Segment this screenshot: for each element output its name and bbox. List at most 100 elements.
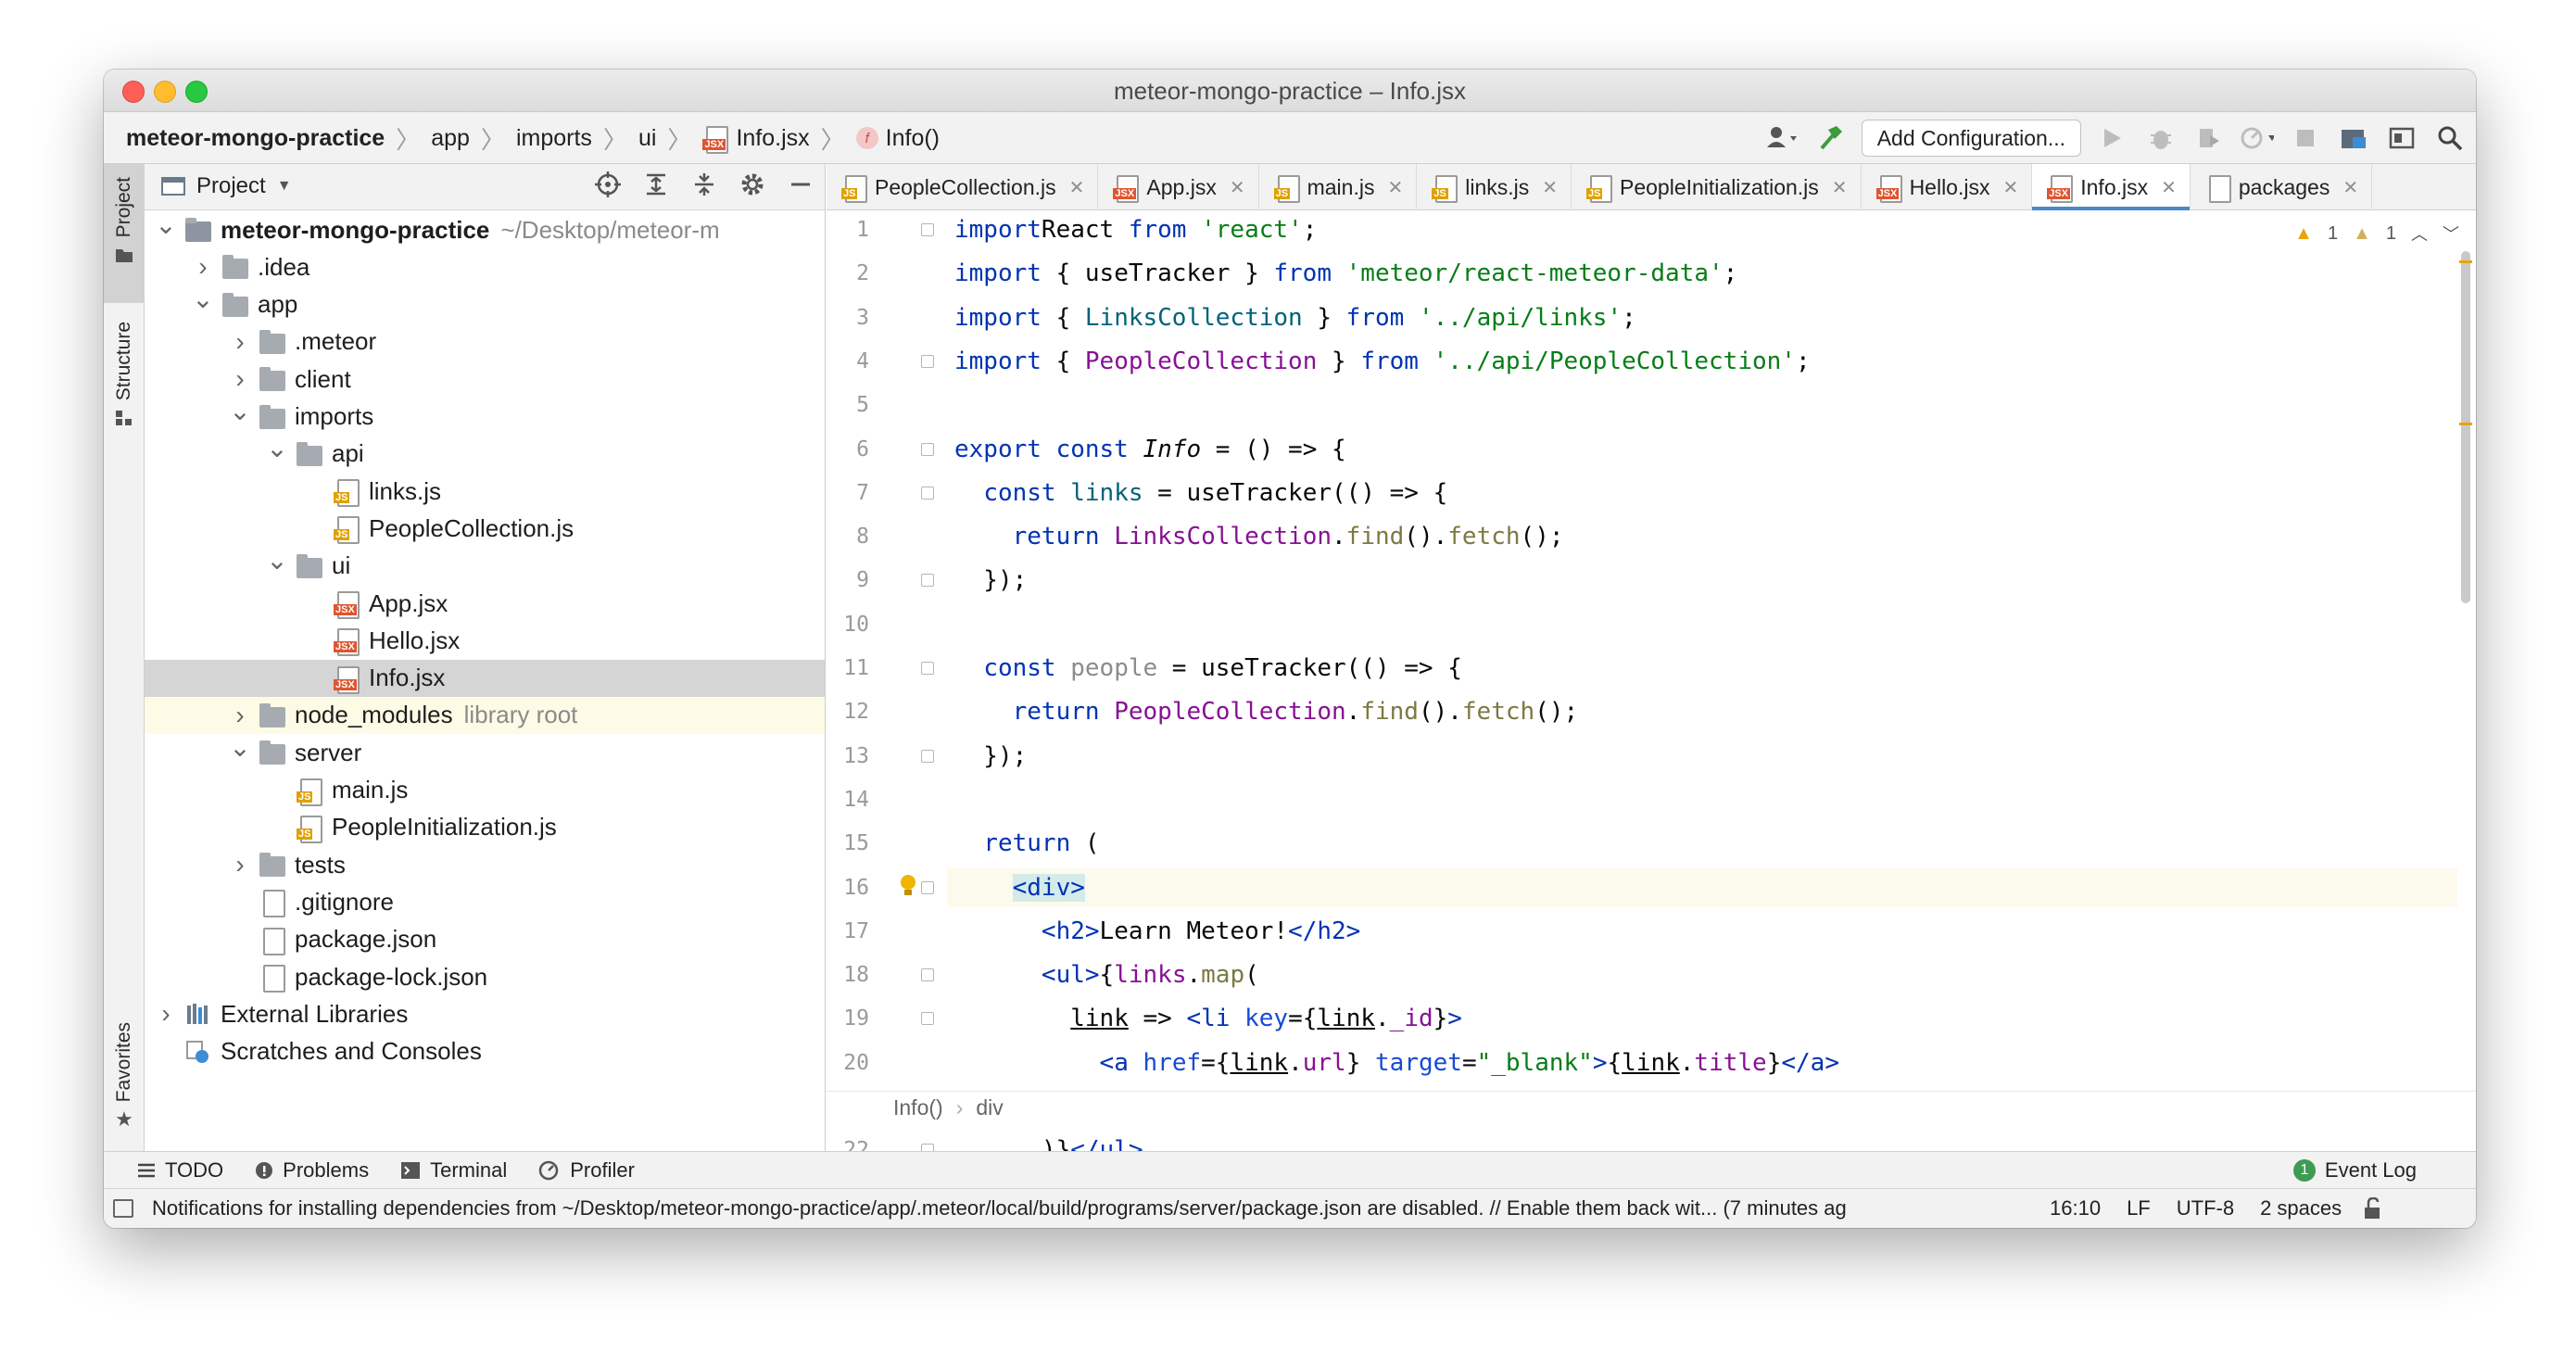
crumb-app[interactable]: app [431,125,470,152]
chevron-right-icon[interactable]: › [230,850,250,879]
expand-all-icon[interactable] [643,171,669,197]
crumb-file[interactable]: Info.jsx [736,125,809,152]
editor-tab[interactable]: main.js ✕ [1259,164,1418,210]
tree-item[interactable]: package-lock.json [145,958,825,995]
tree-item[interactable]: .gitignore [145,883,825,920]
tree-item[interactable]: › client [145,360,825,398]
close-tab-icon[interactable]: ✕ [1832,176,1848,199]
close-tab-icon[interactable]: ✕ [1387,176,1403,199]
coverage-icon[interactable] [2192,121,2226,155]
toggle-tool-windows-icon[interactable] [113,1199,133,1218]
tree-item[interactable]: Hello.jsx [145,622,825,659]
problems-tool-button[interactable]: Problems [255,1158,369,1183]
tree-item[interactable]: main.js [145,772,825,809]
tree-item[interactable]: PeopleInitialization.js [145,809,825,846]
scroll-thumb[interactable] [2461,251,2470,603]
crumb-function[interactable]: Info() [886,125,940,152]
fold-marker-icon[interactable] [921,1012,934,1026]
tree-item[interactable]: ⌄ ui [145,546,825,585]
tree-item[interactable]: › External Libraries [145,995,825,1032]
todo-tool-button[interactable]: TODO [137,1158,223,1183]
tree-item[interactable]: Scratches and Consoles [145,1033,825,1070]
fold-marker-icon[interactable] [921,880,934,894]
profiler-tool-button[interactable]: Profiler [538,1158,635,1183]
hide-panel-icon[interactable] [788,171,814,197]
indent-setting[interactable]: 2 spaces [2260,1196,2342,1221]
crumb-project[interactable]: meteor-mongo-practice [126,125,385,152]
chevron-down-icon[interactable]: ⌄ [155,209,176,240]
fold-marker-icon[interactable] [921,749,934,763]
profile-icon[interactable] [2241,121,2274,155]
close-tab-icon[interactable]: ✕ [1230,176,1245,199]
project-tool-tab[interactable]: Project [104,164,145,303]
chevron-down-icon[interactable]: ⌄ [192,284,213,314]
tree-item[interactable]: ⌄ api [145,433,825,473]
search-icon[interactable] [2433,121,2467,155]
fold-marker-icon[interactable] [921,442,934,456]
terminal-tool-button[interactable]: Terminal [400,1158,507,1183]
gear-icon[interactable] [739,171,765,197]
editor-tab[interactable]: Hello.jsx ✕ [1862,164,2033,210]
chevron-right-icon[interactable]: › [230,364,250,394]
editor-tab[interactable]: PeopleInitialization.js ✕ [1572,164,1862,210]
inspection-widget[interactable]: ▲ 1 ▲ 1 ︿ ﹀ [2294,221,2459,246]
editor-scrollbar[interactable] [2459,251,2472,1048]
tree-item[interactable]: package.json [145,921,825,958]
close-tab-icon[interactable]: ✕ [2002,176,2018,199]
caret-position[interactable]: 16:10 [2050,1196,2101,1221]
intention-bulb-icon[interactable] [899,874,917,900]
editor-tab[interactable]: links.js ✕ [1417,164,1572,210]
event-log-button[interactable]: 1 Event Log [2292,1158,2417,1183]
close-tab-icon[interactable]: ✕ [1069,176,1085,199]
tree-item[interactable]: links.js [145,473,825,510]
fold-marker-icon[interactable] [921,574,934,588]
user-account-icon[interactable] [1765,121,1799,155]
crumb-imports[interactable]: imports [516,125,592,152]
fold-marker-icon[interactable] [921,354,934,368]
run-icon[interactable] [2096,121,2129,155]
editor-crumb-div[interactable]: div [976,1095,1003,1120]
close-tab-icon[interactable]: ✕ [2342,176,2358,199]
lock-icon[interactable] [2362,1197,2384,1220]
editor-tab[interactable]: App.jsx ✕ [1098,164,1259,210]
tree-item[interactable]: ⌄ app [145,284,825,323]
chevron-right-icon[interactable]: › [193,252,213,282]
line-separator[interactable]: LF [2127,1196,2151,1221]
editor-tab[interactable]: Info.jsx ✕ [2032,164,2191,210]
chevron-down-icon[interactable]: ⌄ [266,433,287,463]
chevron-right-icon[interactable]: › [156,999,176,1029]
fold-marker-icon[interactable] [921,486,934,500]
chevron-right-icon[interactable]: › [230,327,250,357]
tree-item[interactable]: App.jsx [145,585,825,622]
file-encoding[interactable]: UTF-8 [2177,1196,2234,1221]
tree-item[interactable]: › .meteor [145,323,825,360]
project-view-selector[interactable]: Project ▼ [161,173,292,199]
previous-highlight-icon[interactable]: ︿ [2411,221,2428,246]
fold-marker-icon[interactable] [921,662,934,675]
project-structure-icon[interactable] [2337,121,2370,155]
editor-crumb-function[interactable]: Info() [893,1095,943,1120]
status-message[interactable]: Notifications for installing dependencie… [152,1196,2024,1221]
warning-marker[interactable] [2459,260,2472,263]
tree-item[interactable]: Info.jsx [145,659,825,697]
chevron-down-icon[interactable]: ⌄ [229,732,250,763]
crumb-ui[interactable]: ui [638,125,656,152]
tree-item[interactable]: PeopleCollection.js [145,510,825,547]
structure-tool-tab[interactable]: Structure [104,312,145,470]
add-configuration-button[interactable]: Add Configuration... [1861,120,2081,157]
tree-item[interactable]: ⌄ server [145,732,825,771]
tree-item[interactable]: › tests [145,846,825,883]
close-tab-icon[interactable]: ✕ [1542,176,1558,199]
close-tab-icon[interactable]: ✕ [2161,176,2177,199]
code-area[interactable]: importReact from 'react'; import { useTra… [947,210,2457,1208]
tree-item[interactable]: ⌄ imports [145,396,825,436]
debug-icon[interactable] [2144,121,2178,155]
chevron-right-icon[interactable]: › [230,701,250,730]
fold-marker-icon[interactable] [921,223,934,236]
chevron-down-icon[interactable]: ⌄ [229,396,250,426]
collapse-all-icon[interactable] [691,171,717,197]
editor-tab[interactable]: PeopleCollection.js ✕ [827,164,1099,210]
tree-item[interactable]: ⌄ meteor-mongo-practice ~/Desktop/meteor-m [145,209,825,248]
editor-tab[interactable]: packages ✕ [2191,164,2373,210]
build-hammer-icon[interactable] [1813,121,1847,155]
